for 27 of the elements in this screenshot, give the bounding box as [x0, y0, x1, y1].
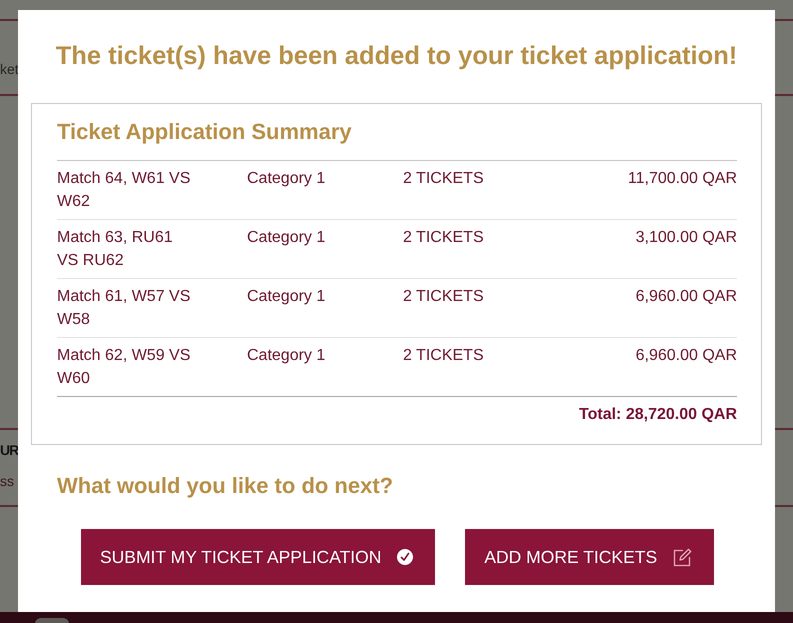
- nav-item-text: ket: [0, 61, 19, 77]
- price-cell-text: 11,700.00 QAR: [628, 169, 737, 189]
- category-cell-text: Category 1: [247, 346, 326, 366]
- section-title-text: UR: [0, 441, 18, 460]
- category-cell-text: Category 1: [247, 228, 326, 248]
- edit-icon: [673, 548, 692, 566]
- match-cell-text: Match 61, W57 VS W58: [57, 287, 192, 330]
- price-cell-text: 6,960.00 QAR: [636, 287, 737, 307]
- summary-heading: Ticket Application Summary: [57, 118, 352, 146]
- price-cell-text: 3,100.00 QAR: [636, 228, 737, 248]
- match-cell-text: Match 62, W59 VS W60: [57, 346, 192, 389]
- price-cell-text: 6,960.00 QAR: [636, 346, 737, 366]
- category-cell-text: Category 1: [247, 169, 326, 189]
- quantity-cell-text: 2 TICKETS: [403, 287, 484, 307]
- quantity-cell-text: 2 TICKETS: [403, 346, 484, 366]
- category-cell-text: Category 1: [247, 287, 326, 307]
- match-cell-text: Match 63, RU61 VS RU62: [57, 228, 174, 271]
- check-circle-icon: [397, 549, 414, 565]
- next-steps-heading: What would you like to do next?: [57, 472, 394, 500]
- quantity-cell-text: 2 TICKETS: [403, 228, 484, 248]
- section-text: ss: [0, 473, 14, 489]
- modal-title: The ticket(s) have been added to your ticket application!: [54, 41, 738, 71]
- match-cell-text: Match 64, W61 VS W62: [57, 169, 192, 212]
- total-text: Total: 28,720.00 QAR: [579, 405, 737, 425]
- submit-application-button[interactable]: SUBMIT MY TICKET APPLICATION: [81, 529, 436, 585]
- quantity-cell-text: 2 TICKETS: [403, 169, 484, 189]
- add-tickets-button[interactable]: ADD MORE TICKETS: [465, 529, 714, 585]
